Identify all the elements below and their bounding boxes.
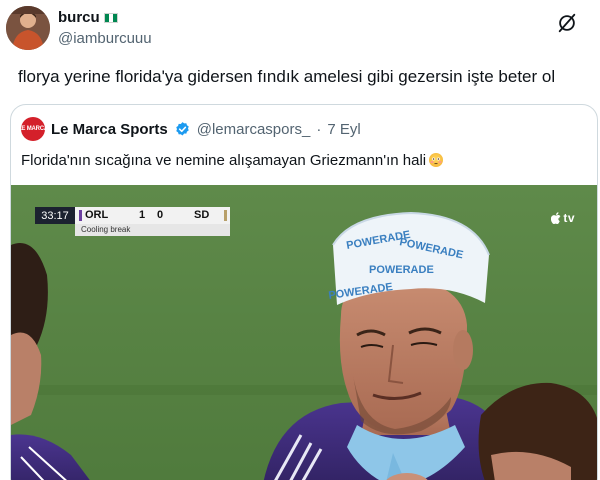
quoted-avatar[interactable]: LE MARCA [18,117,48,141]
video-player[interactable]: POWERADE POWERADE POWERADE POWERADE 33:1… [11,185,597,480]
quoted-tweet-header: LE MARCA Le Marca Sports @lemarcaspors_ … [18,117,361,141]
match-clock: 33:17 [35,207,75,224]
avatar[interactable] [6,6,50,50]
tweet-header: burcu @iamburcuuu [6,6,594,54]
grok-icon[interactable] [556,12,578,34]
quoted-handle[interactable]: @lemarcaspors_ [197,121,311,138]
broadcaster-logo: tv [551,211,575,225]
nigeria-flag-icon [103,12,118,23]
headband-text-3: POWERADE [369,264,434,276]
away-team-color [224,210,227,221]
match-status: Cooling break [75,224,230,236]
scoreboard: 33:17 ORL 1 0 SD Cooling break [35,207,230,237]
score-line: ORL 1 0 SD [75,207,230,224]
name-row: burcu [58,9,118,26]
away-score: 0 [157,209,164,221]
display-name[interactable]: burcu [58,9,100,26]
user-handle[interactable]: @iamburcuuu [58,30,152,47]
separator-dot: · [316,120,322,138]
quoted-tweet[interactable]: LE MARCA Le Marca Sports @lemarcaspors_ … [10,104,598,480]
quoted-text-content: Florida'nın sıcağına ve nemine alışamaya… [21,152,427,169]
quoted-tweet-text: Florida'nın sıcağına ve nemine alışamaya… [21,151,444,171]
home-team-color [79,210,82,221]
flushed-face-emoji-icon [429,153,444,167]
avatar-image [6,6,50,50]
home-team: ORL [85,209,109,221]
quoted-display-name[interactable]: Le Marca Sports [51,121,168,138]
home-score: 1 [139,209,146,221]
broadcaster-text: tv [563,211,575,225]
tweet-text: florya yerine florida'ya gidersen fındık… [18,67,556,86]
apple-icon [551,212,561,224]
quoted-timestamp[interactable]: 7 Eyl [327,121,360,138]
verified-badge-icon [175,121,189,136]
away-team: SD [194,209,210,221]
